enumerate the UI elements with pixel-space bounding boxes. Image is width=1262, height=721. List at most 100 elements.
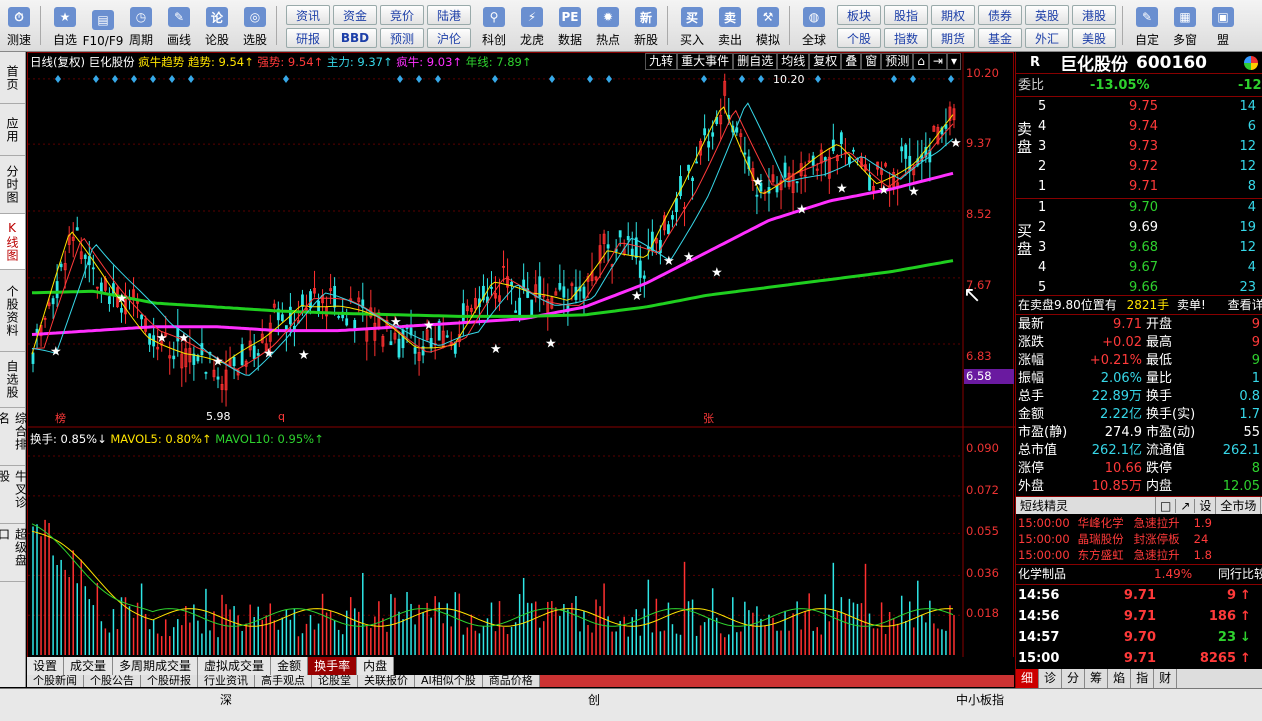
chart-toolbar-button[interactable]: ▾ [946,53,961,70]
toolbar-sell-button[interactable]: 卖卖出 [711,0,749,51]
order-notice-link[interactable]: 查看详 [1228,298,1262,312]
industry-row[interactable]: 化学制品 [1018,565,1066,583]
info-tab[interactable]: 高手观点 [255,675,312,687]
toolbar-ipo-button[interactable]: 新新股 [627,0,665,51]
marker-zhang[interactable]: 张 [703,410,714,426]
quote-bottom-tab[interactable]: 筹 [1085,669,1109,688]
toolbar-grid-button[interactable]: 竞价 [380,5,424,25]
bids-row[interactable]: 2 9.69 19 [1016,219,1262,237]
asks-row[interactable]: 1 9.71 8 [1016,178,1262,196]
chart-toolbar-button[interactable]: 叠 [841,53,862,70]
toolbar-grid-button[interactable]: 基金 [978,28,1022,48]
toolbar-grid-button[interactable]: 英股 [1025,5,1069,25]
toolbar-league-button[interactable]: ▣ 盟 [1204,0,1242,51]
toolbar-buy-button[interactable]: 买买入 [673,0,711,51]
chart-toolbar-button[interactable]: 窗 [861,53,882,70]
indicator-name[interactable]: 疯牛趋势 [138,55,184,69]
bids-row[interactable]: 3 9.68 12 [1016,239,1262,257]
kline-chart-svg[interactable]: ★ ★ ★ ★ ★ ★ ★ ★ ★ ★ ★ ★ ★ ★ ★ ★ ★ ★ ★ ★ ★ [28,53,1015,659]
status-shen[interactable]: 深 [220,691,232,708]
chart-toolbar-button[interactable]: 复权 [809,53,842,70]
jingling-news-row[interactable]: 15:00:00 华峰化学 急速拉升 1.9 [1018,515,1212,531]
asks-row[interactable]: 3 9.73 12 [1016,138,1262,156]
info-tab[interactable]: 个股研报 [141,675,198,687]
toolbar-globe-button[interactable]: ◍ 全球 [795,0,833,51]
info-tab[interactable]: 个股公告 [84,675,141,687]
toolbar-star-market-button[interactable]: ⚲ 科创 [475,0,513,51]
toolbar-multiwindow-button[interactable]: ▦ 多窗 [1166,0,1204,51]
quote-bottom-tab[interactable]: 细 [1016,669,1040,688]
indicator-tab[interactable]: 虚拟成交量 [198,657,272,675]
toolbar-grid-button[interactable]: 外汇 [1025,28,1069,48]
toolbar-grid-button[interactable]: 个股 [837,28,881,48]
left-tab[interactable]: 分时图 [0,156,25,214]
toolbar-dragon-tiger-button[interactable]: ⚡ 龙虎 [513,0,551,51]
marker-q[interactable]: q [278,410,285,423]
toolbar-period-button[interactable]: ◷ 周期 [122,0,160,51]
toolbar-grid-button[interactable]: 预测 [380,28,424,48]
quote-bottom-tab[interactable]: 诊 [1039,669,1063,688]
jingling-news-row[interactable]: 15:00:00 东方盛虹 急速拉升 1.8 [1018,547,1212,563]
marker-bang[interactable]: 榜 [55,410,66,426]
kline-chart-panel[interactable]: ★ ★ ★ ★ ★ ★ ★ ★ ★ ★ ★ ★ ★ ★ ★ ★ ★ ★ ★ ★ ★ 日线(复权) 巨化股份 疯牛趋势 趋… [27,52,1015,659]
toolbar-grid-button[interactable]: 港股 [1072,5,1116,25]
info-tab[interactable]: AI相似个股 [415,675,483,687]
quote-bottom-tab[interactable]: 分 [1062,669,1086,688]
indicator-tab[interactable]: 内盘 [357,657,395,675]
toolbar-grid-button[interactable]: 股指 [884,5,928,25]
chart-toolbar-button[interactable]: 重大事件 [677,53,734,70]
jingling-tab[interactable]: □ [1156,498,1177,513]
bids-row[interactable]: 4 9.67 4 [1016,259,1262,277]
left-tab[interactable]: 超级盘口 [0,524,28,582]
toolbar-grid-button[interactable]: 资金 [333,5,377,25]
asks-row[interactable]: 2 9.72 12 [1016,158,1262,176]
quote-bottom-tab[interactable]: 财 [1154,669,1178,688]
left-tab[interactable]: K线图 [0,214,25,270]
info-tab[interactable]: 行业资讯 [198,675,255,687]
left-tab[interactable]: 首页 [0,52,25,104]
status-chuang[interactable]: 创 [588,691,600,708]
toolbar-custom-button[interactable]: ✎ 自定 [1128,0,1166,51]
toolbar-grid-button[interactable]: 板块 [837,5,881,25]
quote-bottom-tab[interactable]: 焰 [1108,669,1132,688]
chart-toolbar-button[interactable]: 删自选 [733,53,778,70]
toolbar-data-pe-button[interactable]: PE 数据 [551,0,589,51]
chart-toolbar-button[interactable]: ⌂ [913,53,929,70]
jingling-tab[interactable]: ↗ [1176,498,1196,513]
toolbar-grid-button[interactable]: 期权 [931,5,975,25]
status-zhongxiaoban[interactable]: 中小板指 [956,691,1004,708]
left-tab[interactable]: 个股资料 [0,270,25,352]
asks-row[interactable]: 4 9.74 6 [1016,118,1262,136]
toolbar-grid-button[interactable]: BBD [333,28,377,48]
toolbar-speed-button[interactable]: ⏱ 测速 [0,0,38,51]
left-tab[interactable]: 自选股 [0,352,25,408]
toolbar-stock-picker-button[interactable]: ◎ 选股 [236,0,274,51]
toolbar-grid-button[interactable]: 资讯 [286,5,330,25]
indicator-tab[interactable]: 设置 [27,657,65,675]
quote-bottom-tab[interactable]: 指 [1131,669,1155,688]
toolbar-watchlist-button[interactable]: ★ 自选 [46,0,84,51]
toolbar-simulate-button[interactable]: ⚒ 模拟 [749,0,787,51]
toolbar-grid-button[interactable]: 债券 [978,5,1022,25]
bids-row[interactable]: 1 9.70 4 [1016,199,1262,217]
info-tab[interactable]: 论股堂 [312,675,358,687]
indicator-tab[interactable]: 成交量 [64,657,114,675]
order-notice[interactable]: 在卖盘9.80位置有 2821手 卖单! 查看详 [1018,296,1262,314]
asks-row[interactable]: 5 9.75 14 [1016,98,1262,116]
chart-toolbar-button[interactable]: ⇥ [928,53,947,70]
chart-toolbar-button[interactable]: 预测 [881,53,914,70]
jingling-tab[interactable]: 设 [1195,497,1217,514]
indicator-tab[interactable]: 换手率 [308,657,358,675]
jingling-tab[interactable]: 全市场 [1216,497,1262,514]
toolbar-grid-button[interactable]: 期货 [931,28,975,48]
jingling-news-row[interactable]: 15:00:00 晶瑞股份 封涨停板 24 [1018,531,1208,547]
jingling-tab[interactable]: 短线精灵 [1016,497,1156,514]
toolbar-hot-button[interactable]: ✹ 热点 [589,0,627,51]
toolbar-forum-button[interactable]: 论论股 [198,0,236,51]
info-tab[interactable]: 商品价格 [482,675,540,687]
indicator-tab[interactable]: 金额 [271,657,309,675]
toolbar-grid-button[interactable]: 沪伦 [427,28,471,48]
chart-toolbar-button[interactable]: 均线 [777,53,810,70]
left-tab[interactable]: 应用 [0,104,25,156]
left-tab[interactable]: 综合排名 [0,408,28,466]
